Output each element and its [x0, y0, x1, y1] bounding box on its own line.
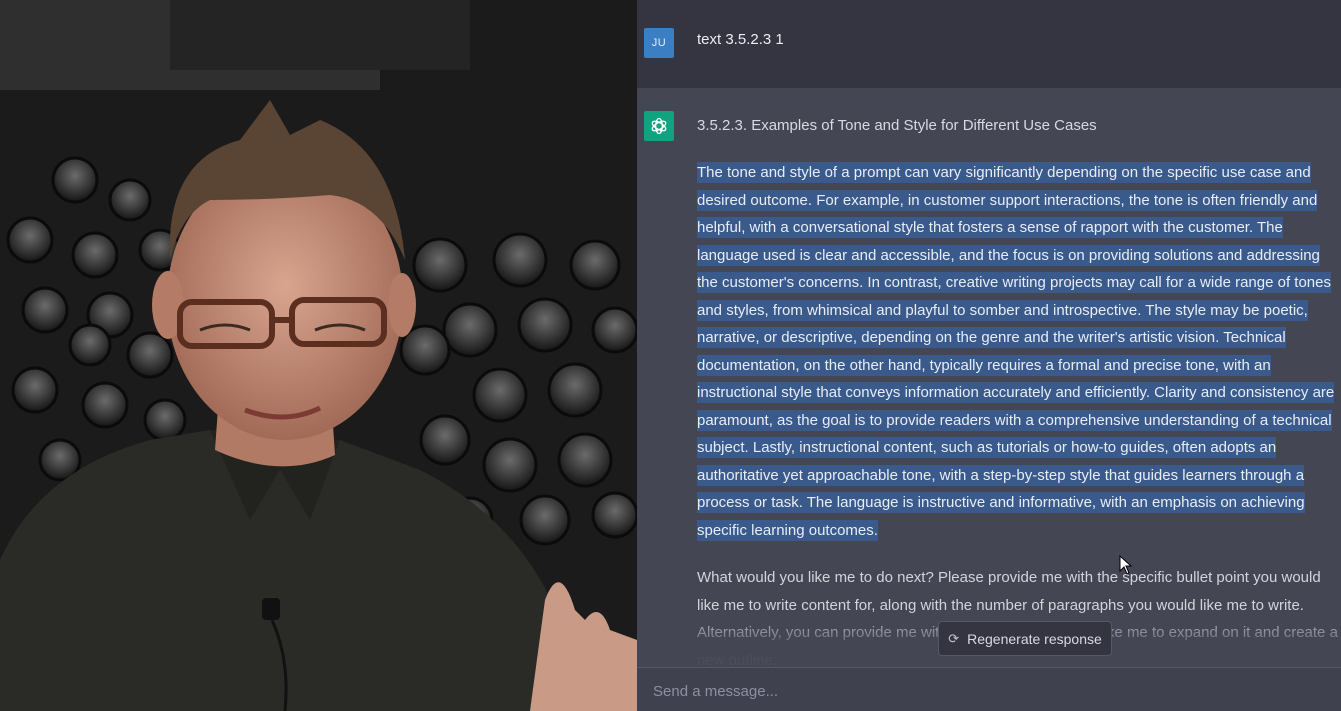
regenerate-response-label: Regenerate response	[967, 630, 1102, 647]
webcam-scene	[0, 0, 637, 711]
webcam-video	[0, 0, 637, 711]
user-message-row: JU text 3.5.2.3 1	[637, 0, 1341, 88]
refresh-icon: ⟳	[948, 630, 960, 646]
regenerate-response-button[interactable]: ⟳ Regenerate response	[938, 621, 1112, 656]
user-avatar: JU	[644, 28, 674, 58]
assistant-heading: 3.5.2.3. Examples of Tone and Style for …	[697, 117, 1097, 134]
assistant-paragraph-selected: The tone and style of a prompt can vary …	[697, 159, 1341, 544]
openai-logo-icon	[651, 117, 667, 135]
user-message-text: text 3.5.2.3 1	[697, 31, 784, 48]
message-composer	[637, 667, 1341, 711]
assistant-avatar	[644, 111, 674, 141]
lapel-microphone	[262, 598, 280, 620]
message-input[interactable]	[651, 676, 1315, 706]
chat-panel: JU text 3.5.2.3 1 3.5.2.3. Examples of T…	[637, 0, 1341, 711]
mouse-cursor-icon	[1119, 555, 1133, 575]
selected-text-highlight: The tone and style of a prompt can vary …	[697, 162, 1335, 541]
